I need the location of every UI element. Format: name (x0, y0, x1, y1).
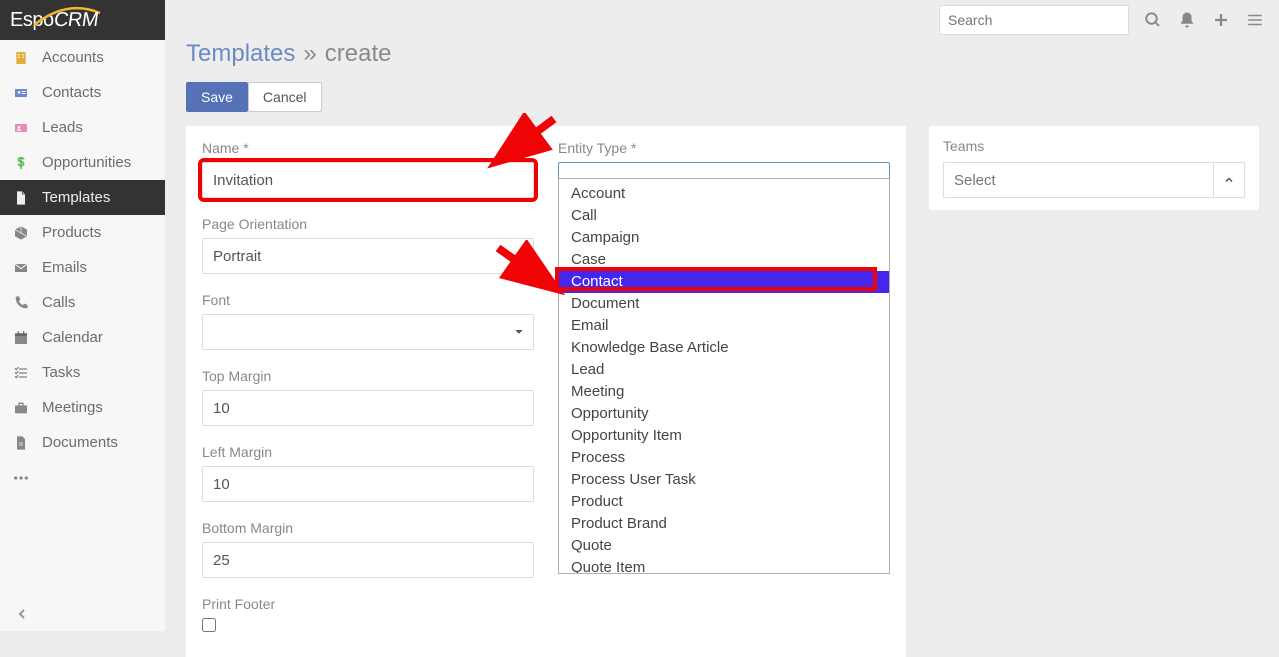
sidebar-item-label: Products (42, 224, 101, 241)
tasks-icon (12, 365, 30, 381)
entity-option[interactable]: Meeting (559, 381, 889, 403)
sidebar-item-meetings[interactable]: Meetings (0, 390, 165, 425)
entity-option[interactable]: Account (559, 183, 889, 205)
sidebar-item-contacts[interactable]: Contacts (0, 75, 165, 110)
teams-panel: Teams (929, 126, 1259, 210)
sidebar-item-label: Contacts (42, 84, 101, 101)
action-bar: Save Cancel (186, 82, 1259, 112)
sidebar-item-label: Calendar (42, 329, 103, 346)
logo-text-b: CRM (52, 9, 99, 32)
dollar-icon (12, 155, 30, 171)
entity-option[interactable]: Opportunity Item (559, 425, 889, 447)
form-panel: Name * Page Orientation Portrait Font (186, 126, 906, 657)
breadcrumb-root[interactable]: Templates (186, 40, 295, 68)
bottom-margin-label: Bottom Margin (202, 520, 534, 536)
phone-icon (12, 295, 30, 311)
page-orientation-label: Page Orientation (202, 216, 534, 232)
entity-option[interactable]: Case (559, 249, 889, 271)
sidebar-item-label: Calls (42, 294, 75, 311)
sidebar-item-calendar[interactable]: Calendar (0, 320, 165, 355)
name-label: Name * (202, 140, 534, 156)
sidebar-item-label: Emails (42, 259, 87, 276)
breadcrumb-current: create (325, 40, 392, 68)
entity-type-dropdown: AccountCallCampaignCaseContactDocumentEm… (558, 178, 890, 574)
sidebar-item-opportunities[interactable]: Opportunities (0, 145, 165, 180)
teams-label: Teams (943, 138, 1245, 154)
building-icon (12, 50, 30, 66)
file-icon (12, 190, 30, 206)
cube-icon (12, 225, 30, 241)
sidebar-item-label: Templates (42, 189, 110, 206)
menu-icon[interactable] (1245, 10, 1265, 30)
sidebar-item-documents[interactable]: Documents (0, 425, 165, 460)
entity-option[interactable]: Process User Task (559, 469, 889, 491)
entity-option[interactable]: Campaign (559, 227, 889, 249)
entity-option[interactable]: Product Brand (559, 513, 889, 535)
page-orientation-select[interactable]: Portrait (202, 238, 534, 274)
sidebar-item-label: Tasks (42, 364, 80, 381)
entity-option[interactable]: Contact (559, 271, 889, 293)
sidebar-item-leads[interactable]: Leads (0, 110, 165, 145)
search-input[interactable] (939, 5, 1129, 35)
sidebar-more[interactable] (0, 460, 165, 495)
entity-option[interactable]: Quote Item (559, 557, 889, 574)
entity-option[interactable]: Opportunity (559, 403, 889, 425)
sidebar: EspoCRM Accounts Contacts Leads Opportuniti… (0, 0, 166, 631)
breadcrumb: Templates » create (186, 40, 1259, 68)
search-icon[interactable] (1143, 10, 1163, 30)
top-bar (0, 0, 1279, 40)
entity-option[interactable]: Knowledge Base Article (559, 337, 889, 359)
address-card-icon (12, 120, 30, 136)
cancel-button[interactable]: Cancel (248, 82, 322, 112)
mail-icon (12, 260, 30, 276)
entity-option[interactable]: Email (559, 315, 889, 337)
sidebar-item-accounts[interactable]: Accounts (0, 40, 165, 75)
teams-select-input[interactable] (943, 162, 1213, 198)
name-input[interactable] (202, 162, 534, 198)
quick-create-icon[interactable] (1211, 10, 1231, 30)
sidebar-item-products[interactable]: Products (0, 215, 165, 250)
sidebar-item-label: Accounts (42, 49, 104, 66)
nav-list: Accounts Contacts Leads Opportunities Templa… (0, 40, 165, 495)
top-margin-label: Top Margin (202, 368, 534, 384)
sidebar-item-emails[interactable]: Emails (0, 250, 165, 285)
sidebar-item-calls[interactable]: Calls (0, 285, 165, 320)
main-content: Templates » create Save Cancel Name * Pa… (186, 40, 1259, 657)
sidebar-item-label: Opportunities (42, 154, 131, 171)
font-select[interactable] (202, 314, 534, 350)
entity-option[interactable]: Lead (559, 359, 889, 381)
print-footer-label: Print Footer (202, 596, 534, 612)
entity-option[interactable]: Product (559, 491, 889, 513)
left-margin-input[interactable] (202, 466, 534, 502)
sidebar-item-label: Meetings (42, 399, 103, 416)
entity-option[interactable]: Quote (559, 535, 889, 557)
entity-option[interactable]: Document (559, 293, 889, 315)
save-button[interactable]: Save (186, 82, 248, 112)
more-icon (12, 475, 30, 481)
print-footer-checkbox[interactable] (202, 618, 216, 632)
teams-expand-button[interactable] (1213, 162, 1245, 198)
font-label: Font (202, 292, 534, 308)
top-margin-input[interactable] (202, 390, 534, 426)
doc-icon (12, 435, 30, 451)
entity-option[interactable]: Call (559, 205, 889, 227)
breadcrumb-sep: » (303, 40, 316, 68)
sidebar-item-templates[interactable]: Templates (0, 180, 165, 215)
entity-option[interactable]: Process (559, 447, 889, 469)
briefcase-icon (12, 400, 30, 416)
entity-type-label: Entity Type * (558, 140, 890, 156)
app-logo[interactable]: EspoCRM (0, 0, 165, 40)
sidebar-item-label: Documents (42, 434, 118, 451)
sidebar-collapse-button[interactable] (14, 606, 30, 625)
calendar-icon (12, 330, 30, 346)
left-margin-label: Left Margin (202, 444, 534, 460)
sidebar-item-tasks[interactable]: Tasks (0, 355, 165, 390)
bottom-margin-input[interactable] (202, 542, 534, 578)
notifications-icon[interactable] (1177, 10, 1197, 30)
id-card-icon (12, 85, 30, 101)
sidebar-item-label: Leads (42, 119, 83, 136)
